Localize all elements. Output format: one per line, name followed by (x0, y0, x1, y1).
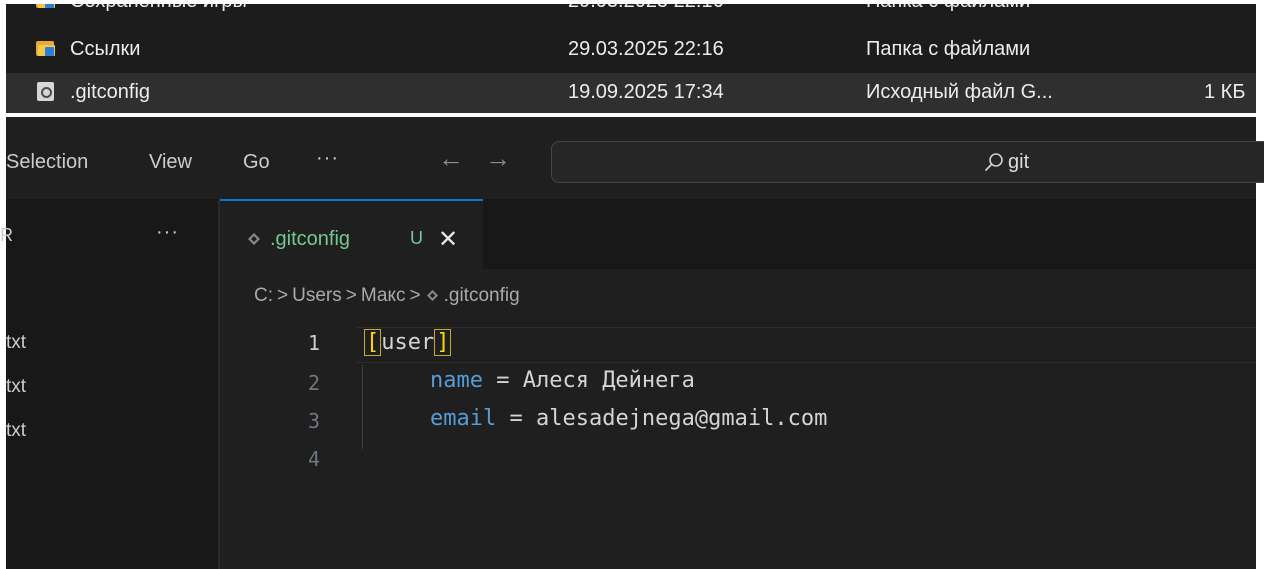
config-value: = Алеся Дейнега (482, 368, 695, 393)
indent-guide (362, 365, 363, 449)
file-name: Ссылки (70, 38, 141, 60)
vscode-window: Selection View Go ··· ← → git R ··· txt … (0, 117, 1264, 569)
config-value: = alesadejnega@gmail.com (496, 406, 828, 431)
config-key: email (430, 406, 497, 431)
config-file-icon (426, 290, 438, 301)
menu-view[interactable]: View (149, 151, 192, 174)
file-type: Папка с файлами (866, 4, 1030, 13)
code-line-2[interactable]: name = Алеся Дейнега (430, 368, 695, 393)
back-arrow-icon[interactable]: ← (438, 143, 464, 174)
title-bar: Selection View Go ··· ← → git (6, 117, 1264, 199)
menu-more-button[interactable]: ··· (316, 147, 339, 170)
breadcrumb-maks[interactable]: Макс (361, 285, 406, 306)
current-line-highlight (356, 327, 1256, 363)
line-number: 4 (307, 447, 320, 471)
file-size: 1 КБ (1204, 81, 1246, 103)
config-file-icon (248, 233, 260, 245)
bracket-open: [ (364, 329, 382, 356)
breadcrumb-separator: > (409, 285, 421, 306)
file-date: 29.03.2025 22:16 (568, 4, 724, 13)
untracked-badge: U (410, 228, 423, 248)
file-type: Папка с файлами (866, 38, 1031, 60)
breadcrumb-users[interactable]: Users (292, 285, 342, 306)
search-icon (985, 153, 1003, 171)
file-row-saved-games[interactable]: Сохраненные игры 29.03.2025 22:16 Папка … (6, 4, 1256, 22)
menu-selection[interactable]: Selection (6, 151, 88, 174)
file-explorer-list: Сохраненные игры 29.03.2025 22:16 Папка … (6, 4, 1256, 113)
folder-link-icon (36, 39, 56, 57)
menu-go[interactable]: Go (243, 151, 270, 174)
file-name: .gitconfig (70, 81, 151, 103)
line-number: 3 (307, 409, 320, 433)
file-row-links[interactable]: Ссылки 29.03.2025 22:16 Папка с файлами (6, 30, 1256, 70)
sidebar-more-button[interactable]: ··· (156, 221, 179, 244)
config-file-icon (36, 82, 56, 101)
search-text: git (1008, 151, 1030, 173)
tab-gitconfig[interactable]: .gitconfig U ✕ (220, 199, 483, 271)
breadcrumb: C: > Users > Макс > .gitconfig (254, 285, 520, 307)
close-icon[interactable]: ✕ (438, 225, 458, 254)
tab-label: .gitconfig (270, 228, 351, 250)
file-row-gitconfig[interactable]: .gitconfig 19.09.2025 17:34 Исходный фай… (6, 73, 1256, 113)
line-number: 2 (307, 371, 320, 395)
file-date: 19.09.2025 17:34 (568, 81, 724, 103)
code-line-3[interactable]: email = alesadejnega@gmail.com (430, 406, 827, 431)
bracket-close: ] (434, 329, 452, 356)
command-center-search[interactable]: git (551, 141, 1264, 183)
sidebar-file-item[interactable]: txt (6, 332, 26, 354)
sidebar-title: R (0, 225, 13, 245)
file-name: Сохраненные игры (70, 4, 247, 13)
editor-pane[interactable]: C: > Users > Макс > .gitconfig 1 2 3 4 [user] … (220, 269, 1256, 569)
sidebar-file-item[interactable]: txt (6, 376, 26, 398)
breadcrumb-separator: > (345, 285, 357, 306)
breadcrumb-separator: > (277, 285, 289, 306)
tab-bar: .gitconfig U ✕ (220, 199, 1256, 271)
forward-arrow-icon[interactable]: → (485, 143, 511, 174)
config-key: name (430, 368, 483, 393)
folder-link-icon (36, 4, 56, 9)
code-line-1[interactable]: [user] (364, 329, 452, 356)
breadcrumb-file[interactable]: .gitconfig (444, 285, 520, 306)
sidebar-file-item[interactable]: txt (6, 420, 26, 442)
line-number: 1 (307, 331, 320, 355)
file-date: 29.03.2025 22:16 (568, 38, 724, 60)
explorer-sidebar: R ··· txt txt txt (0, 199, 220, 569)
section-name: user (381, 330, 435, 355)
breadcrumb-drive[interactable]: C: (254, 285, 273, 306)
file-type: Исходный файл G... (866, 81, 1053, 103)
